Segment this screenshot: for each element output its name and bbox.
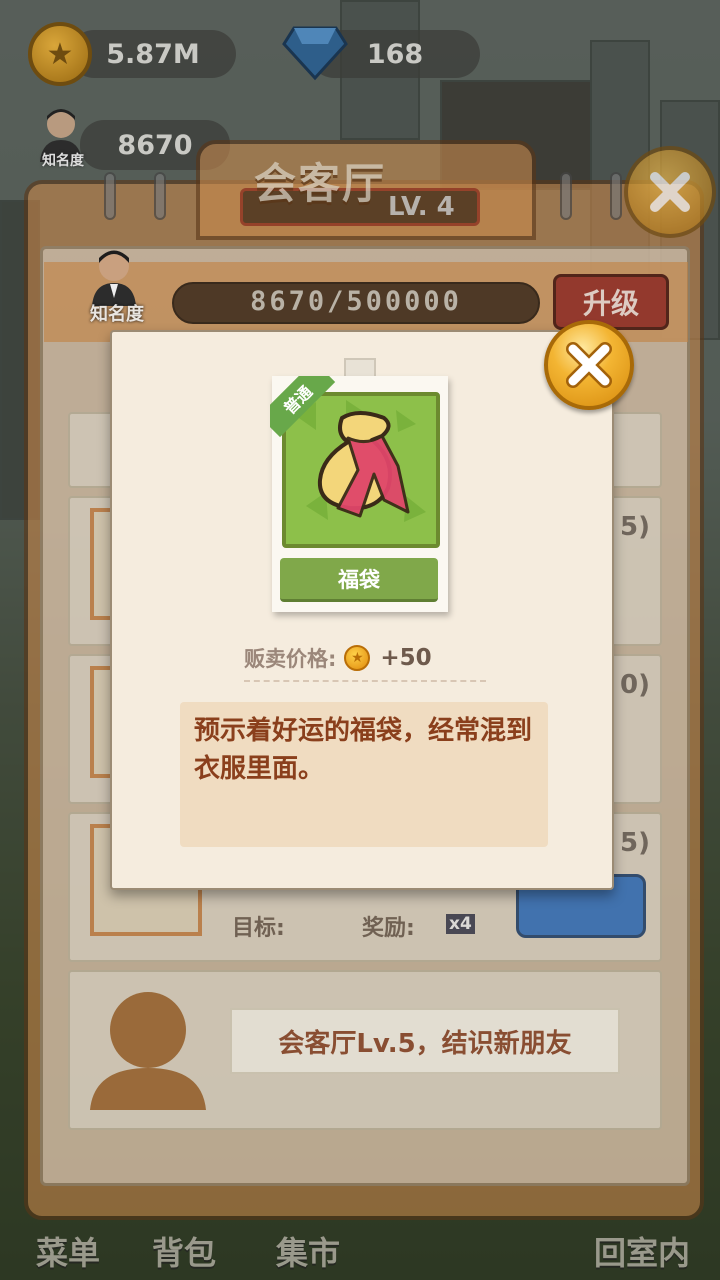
popup-close-button[interactable]	[544, 320, 634, 410]
item-description: 预示着好运的福袋，经常混到衣服里面。	[194, 716, 533, 784]
rarity-ribbon: 普通	[270, 376, 340, 446]
nav-menu-button[interactable]: 菜单	[36, 1228, 100, 1274]
fame-avatar-icon	[92, 250, 136, 306]
upgrade-button[interactable]: 升级	[553, 274, 669, 330]
fame-label-hud: 知名度	[42, 153, 84, 169]
locked-friend-silhouette	[90, 992, 206, 1110]
coin-icon: ★	[344, 645, 371, 671]
sell-price-row: 贩卖价格: ★ +50	[244, 640, 488, 676]
coin-counter-value: 5.87M	[106, 38, 200, 70]
rarity-label: 普通	[270, 376, 336, 438]
fame-label: 知名度	[90, 304, 144, 325]
sell-price-label: 贩卖价格:	[244, 647, 337, 671]
next-friend-text: 会客厅Lv.5，结识新朋友	[278, 1028, 572, 1059]
level-text: LV. 4	[388, 192, 455, 222]
fame-progress-text: 8670/500000	[250, 286, 462, 317]
next-friend-banner: 会客厅Lv.5，结识新朋友	[230, 1008, 620, 1074]
reward-label: 奖励:	[362, 916, 415, 941]
paper-tear	[560, 858, 592, 888]
close-icon	[566, 342, 612, 388]
nav-back-indoor-button[interactable]: 回室内	[594, 1228, 690, 1274]
diamond-icon	[282, 26, 348, 81]
nav-market-button[interactable]: 集市	[276, 1228, 340, 1274]
sell-price-value: +50	[380, 645, 432, 671]
divider	[244, 680, 486, 682]
item-description-box: 预示着好运的福袋，经常混到衣服里面。	[180, 702, 548, 847]
close-icon	[650, 172, 690, 212]
item-name: 福袋	[338, 567, 380, 592]
panel-close-button[interactable]	[624, 146, 716, 238]
upgrade-button-label: 升级	[582, 287, 639, 320]
binder-ring	[560, 172, 572, 220]
binder-ring	[104, 172, 116, 220]
friend-count-text: 5)	[620, 512, 650, 542]
item-name-plate: 福袋	[280, 558, 438, 602]
friend-count-text: 0)	[620, 670, 650, 700]
gem-counter-value: 168	[366, 38, 424, 70]
binder-ring	[154, 172, 166, 220]
binder-ring	[610, 172, 622, 220]
nav-bag-button[interactable]: 背包	[152, 1228, 216, 1274]
coin-counter: 5.87M	[70, 30, 236, 78]
reward-multiplier: x4	[446, 914, 475, 934]
goal-label: 目标:	[232, 916, 285, 941]
friend-count-text: 5)	[620, 828, 650, 858]
coin-icon: ★	[28, 22, 92, 86]
fame-counter-value: 8670	[117, 129, 193, 161]
